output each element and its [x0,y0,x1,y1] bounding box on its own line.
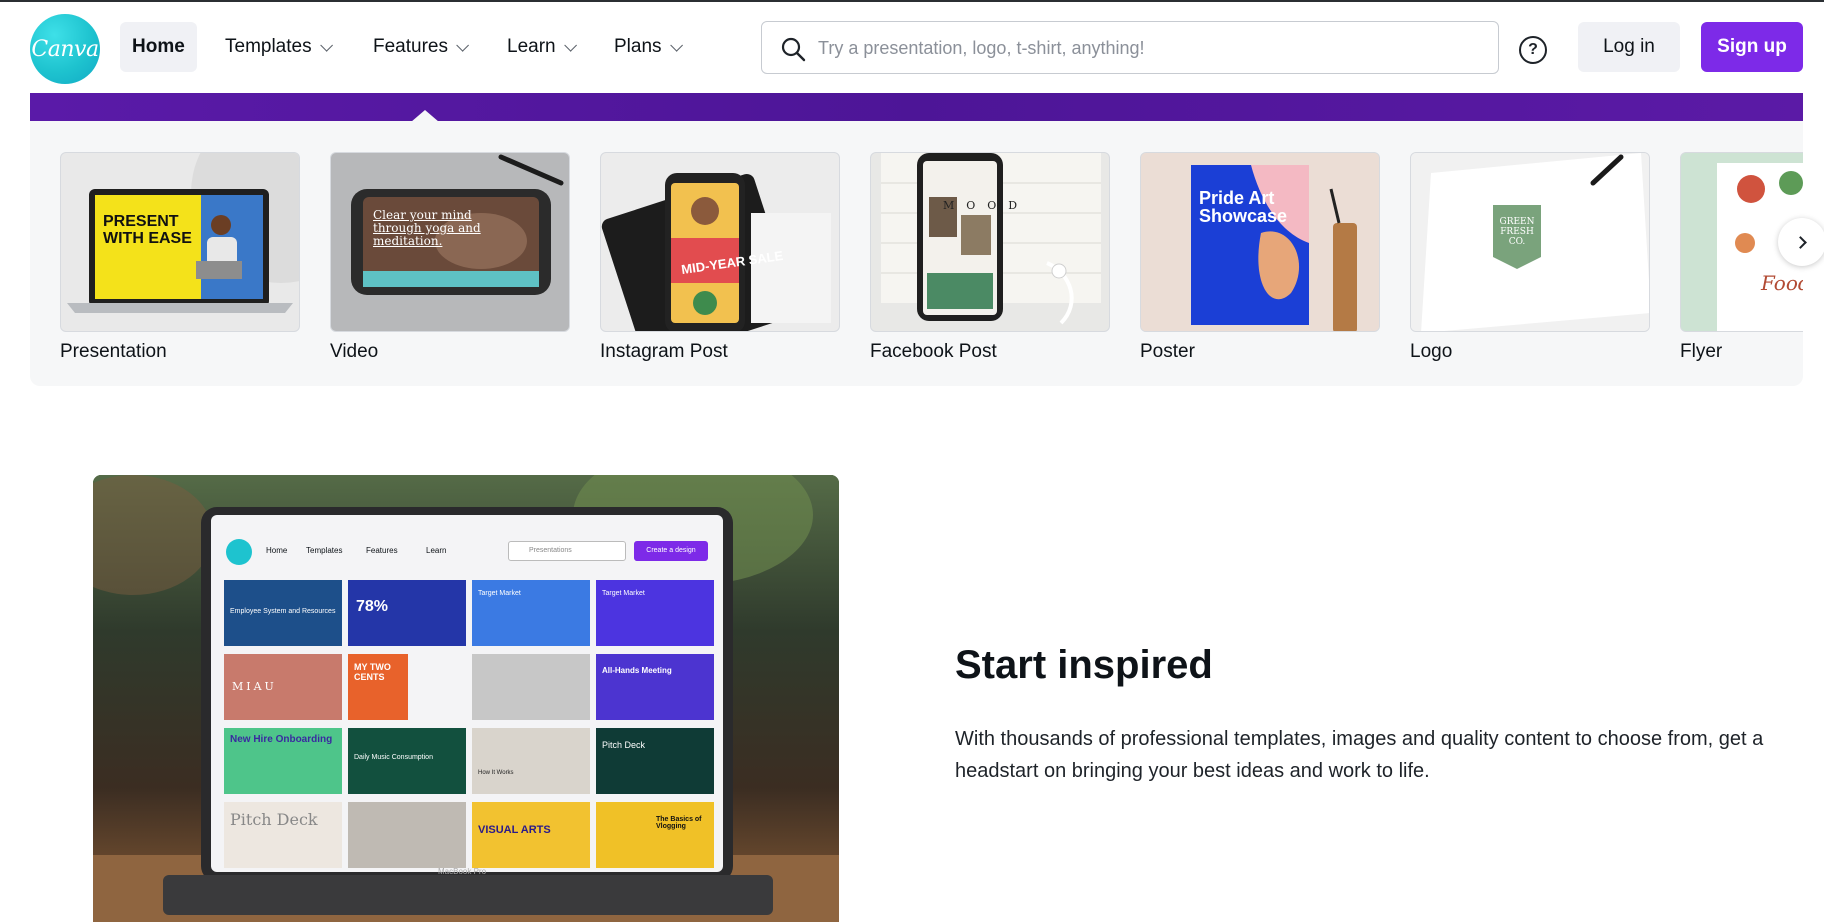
search-icon [781,37,806,62]
video-thumb-text: Clear your mind through yoga and meditat… [373,208,481,248]
nav-templates-label: Templates [225,36,312,57]
nav-learn-label: Learn [507,36,556,57]
signup-button[interactable]: Sign up [1701,22,1803,72]
template-tile: Pitch Deck [224,802,342,868]
carousel-card-presentation[interactable]: PRESENT WITH EASE Presentation [60,152,300,363]
laptop-create-button: Create a design [634,541,708,561]
purple-banner [30,93,1803,121]
phone-facebook-image [881,153,1101,325]
template-tile: Target Market [596,580,714,646]
logo-text: Canva [31,36,99,62]
nav-plans[interactable]: Plans [602,22,691,72]
phone-instagram-image [601,173,831,331]
template-tile: MY TWO CENTS [348,654,408,720]
template-tile: Target Market [472,580,590,646]
template-tile: Employee System and Resources [224,580,342,646]
carousel-card-logo[interactable]: GREEN FRESH CO. Logo [1410,152,1650,363]
section-title: Start inspired [955,643,1213,687]
laptop-nav-templates: Templates [306,546,343,555]
template-tile: 78% [348,580,466,646]
facebook-thumbnail: MOOD [870,152,1110,332]
carousel-card-label: Instagram Post [600,341,728,362]
site-header: Canva Home Templates Features Learn Plan… [0,2,1824,93]
search-input[interactable] [818,34,1478,62]
chevron-down-icon [456,38,469,52]
laptop-nav-features: Features [366,546,398,555]
template-tile: How It Works [472,728,590,794]
template-tile [348,802,466,868]
poster-thumb-text: Pride Art Showcase [1199,188,1288,226]
nav-features[interactable]: Features [361,22,477,72]
search-bar[interactable] [761,21,1499,74]
carousel-card-instagram-post[interactable]: MID-YEAR SALE Instagram Post [600,152,840,363]
laptop-search: Presentations [508,541,626,561]
nav-home[interactable]: Home [120,22,197,72]
login-button[interactable]: Log in [1578,22,1680,72]
chevron-down-icon [319,38,333,52]
carousel-card-label: Logo [1410,341,1453,362]
nav-templates[interactable]: Templates [213,22,341,72]
laptop-templates-image: Home Templates Features Learn Presentati… [93,475,839,922]
template-tile: All-Hands Meeting [596,654,714,720]
nav-learn[interactable]: Learn [495,22,585,72]
template-tile: VISUAL ARTS [472,802,590,868]
instagram-thumbnail: MID-YEAR SALE [600,152,840,332]
carousel-card-label: Poster [1140,341,1195,362]
laptop-nav-learn: Learn [426,546,447,555]
macbook-label: MacBook Pro [438,867,487,876]
presentation-thumbnail: PRESENT WITH EASE [60,152,300,332]
carousel-card-poster[interactable]: Pride Art Showcase Poster [1140,152,1380,363]
nav-plans-label: Plans [614,36,662,57]
canva-logo[interactable]: Canva [30,14,100,84]
template-tile: The Basics of Vlogging [596,802,714,868]
carousel-card-facebook-post[interactable]: MOOD Facebook Post [870,152,1110,363]
laptop-screen-header: Home Templates Features Learn Presentati… [226,537,708,569]
template-tile: New Hire Onboarding [224,728,342,794]
nav-features-label: Features [373,36,448,57]
laptop-nav-home: Home [266,546,288,555]
poster-image [1141,153,1379,331]
carousel-card-label: Video [330,341,379,362]
carousel-card-label: Presentation [60,341,167,362]
carousel-card-video[interactable]: Clear your mind through yoga and meditat… [330,152,570,363]
laptop-canva-logo [226,539,252,565]
poster-thumbnail: Pride Art Showcase [1140,152,1380,332]
template-tile: Pitch Deck [596,728,714,794]
chevron-down-icon [669,38,683,52]
chevron-right-icon [1793,235,1807,249]
template-tile: MIAU [224,654,342,720]
template-tile [472,654,590,720]
section-body: With thousands of professional templates… [955,728,1764,782]
chevron-down-icon [563,38,577,52]
carousel-next-button[interactable] [1778,218,1824,266]
template-tile: Daily Music Consumption [348,728,466,794]
carousel-card-label: Flyer [1680,341,1723,362]
question-circle-icon[interactable]: ? [1519,36,1547,64]
nav-home-label: Home [132,36,185,57]
presentation-thumb-text: PRESENT WITH EASE [103,213,192,247]
laptop-template-grid: Employee System and Resources 78% Target… [224,580,714,872]
logo-thumbnail: GREEN FRESH CO. [1410,152,1650,332]
video-thumbnail: Clear your mind through yoga and meditat… [330,152,570,332]
logo-thumb-text: GREEN FRESH CO. [1499,217,1535,247]
design-type-carousel: PRESENT WITH EASE Presentation Clear you… [30,121,1803,386]
carousel-card-label: Facebook Post [870,341,997,362]
flyer-thumb-text: Food [1761,271,1803,295]
facebook-thumb-text: MOOD [943,199,1030,212]
